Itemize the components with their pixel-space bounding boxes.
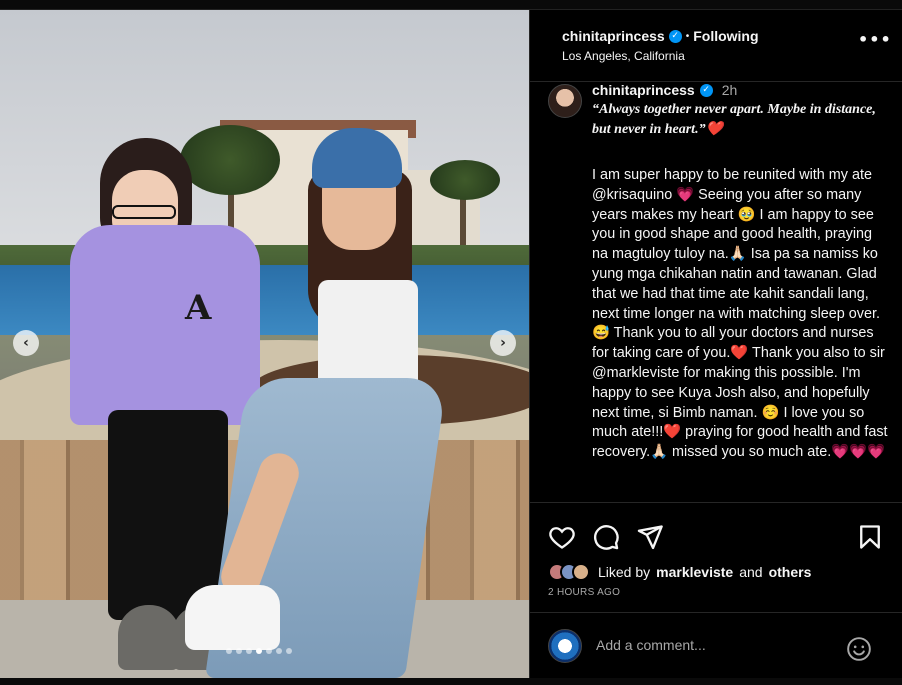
carousel-next-button[interactable]: › [490, 330, 516, 356]
post-photo[interactable]: A ‹ › [0, 10, 529, 678]
avatar [572, 563, 590, 581]
carousel-prev-button[interactable]: ‹ [13, 330, 39, 356]
bookmark-icon[interactable] [856, 523, 884, 551]
liked-by-prefix: Liked by [598, 564, 651, 580]
post-location[interactable]: Los Angeles, California [562, 49, 685, 63]
post-header-title: chinitaprincess ✓ • Following [562, 28, 759, 44]
post-timestamp[interactable]: 2 HOURS AGO [548, 587, 620, 598]
carousel-dot [276, 648, 282, 654]
avatar [548, 629, 582, 663]
caption-body: I am super happy to be reunited with my … [592, 167, 888, 461]
liker-avatars[interactable] [548, 563, 590, 581]
photo-palm-top-right [430, 160, 500, 200]
caption-quote: “Always together never apart. Maybe in d… [592, 102, 876, 137]
caption-time: 2h [721, 82, 738, 98]
more-options-icon[interactable]: ••• [858, 30, 892, 49]
following-button[interactable]: Following [693, 28, 758, 44]
photo-palm-top [180, 125, 280, 195]
carousel-dot [246, 648, 252, 654]
comment-bar [530, 612, 902, 678]
shirt-letter: A [185, 288, 212, 328]
person-left-glasses [112, 205, 176, 219]
liked-by-user[interactable]: markleviste [656, 564, 733, 580]
comment-input[interactable] [596, 637, 836, 653]
liked-by-and: and [739, 564, 763, 580]
carousel-dot [256, 648, 262, 654]
post-dialog: A ‹ › chinitaprincess ✓ • Following Los [0, 9, 902, 678]
chevron-left-icon: ‹ [23, 335, 29, 351]
liked-by: Liked by markleviste and others [548, 563, 811, 581]
person-left-boot [118, 605, 180, 670]
comment-icon[interactable] [592, 523, 620, 551]
carousel-indicator [226, 648, 292, 654]
verified-badge-icon: ✓ [668, 29, 682, 43]
avatar[interactable] [548, 84, 582, 118]
post-header: chinitaprincess ✓ • Following Los Angele… [530, 10, 902, 82]
post-caption: chinitaprincess ✓ 2h “Always together ne… [530, 82, 902, 502]
carousel-dot [286, 648, 292, 654]
person-right-sneaker [185, 585, 280, 650]
post-side-panel: chinitaprincess ✓ • Following Los Angele… [529, 10, 902, 678]
person-right-top [318, 280, 418, 390]
chevron-right-icon: › [500, 335, 506, 351]
verified-badge-icon: ✓ [699, 83, 713, 97]
caption-header: chinitaprincess ✓ 2h [592, 82, 737, 98]
person-left-shirt [70, 225, 260, 425]
heart-icon[interactable] [548, 523, 576, 551]
share-icon[interactable] [636, 523, 664, 551]
post-username[interactable]: chinitaprincess [562, 28, 665, 44]
liked-by-others[interactable]: others [769, 564, 812, 580]
carousel-dot [266, 648, 272, 654]
caption-username[interactable]: chinitaprincess [592, 82, 695, 98]
follow-separator: • [685, 30, 690, 42]
carousel-dot [226, 648, 232, 654]
emoji-icon[interactable] [846, 636, 872, 662]
carousel-dot [236, 648, 242, 654]
